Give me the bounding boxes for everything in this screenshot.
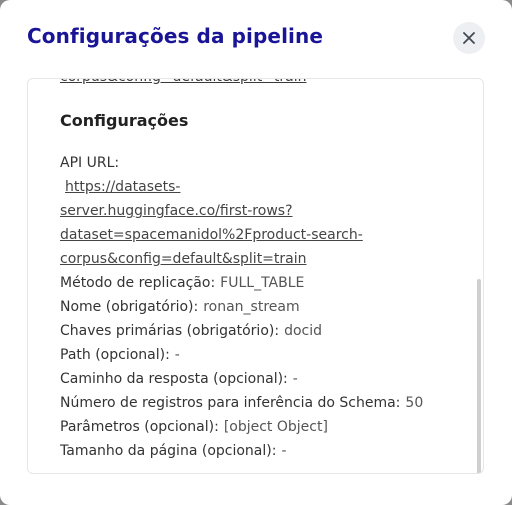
modal-title: Configurações da pipeline bbox=[27, 24, 323, 48]
api-url-line-3: dataset=spacemanidol%2Fproduct-search- bbox=[60, 227, 363, 243]
field-label: Tamanho da página (opcional): bbox=[60, 443, 277, 459]
field-schema-inference-records: Número de registros para inferência do S… bbox=[60, 391, 469, 415]
field-label: Nome (obrigatório): bbox=[60, 299, 199, 315]
settings-fields: API URL: https://datasets- server.huggin… bbox=[60, 151, 469, 463]
field-primary-keys: Chaves primárias (obrigatório): docid bbox=[60, 319, 469, 343]
field-replication-method: Método de replicação: FULL_TABLE bbox=[60, 271, 469, 295]
field-value: - bbox=[292, 371, 298, 387]
scrollbar-thumb[interactable] bbox=[477, 279, 481, 473]
close-button[interactable] bbox=[453, 22, 485, 54]
settings-card: corpus&config=default&split=train Config… bbox=[27, 78, 484, 474]
field-value: FULL_TABLE bbox=[220, 275, 305, 291]
field-label: Parâmetros (opcional): bbox=[60, 419, 219, 435]
field-name: Nome (obrigatório): ronan_stream bbox=[60, 295, 469, 319]
field-label: Path (opcional): bbox=[60, 347, 170, 363]
field-label: Chaves primárias (obrigatório): bbox=[60, 323, 280, 339]
api-url-link[interactable]: https://datasets- bbox=[60, 175, 469, 199]
api-url-label: API URL: bbox=[60, 155, 120, 171]
field-value: 50 bbox=[405, 395, 424, 411]
api-url-line-4: corpus&config=default&split=train bbox=[60, 251, 307, 267]
field-value: [object Object] bbox=[223, 419, 328, 435]
scrollbar[interactable] bbox=[477, 83, 481, 473]
previous-url-fragment: corpus&config=default&split=train bbox=[60, 79, 469, 89]
field-label: Número de registros para inferência do S… bbox=[60, 395, 401, 411]
field-label: Método de replicação: bbox=[60, 275, 216, 291]
field-parameters: Parâmetros (opcional): [object Object] bbox=[60, 415, 469, 439]
pipeline-settings-modal: Configurações da pipeline corpus&config=… bbox=[0, 0, 512, 505]
section-title: Configurações bbox=[60, 111, 189, 130]
scroll-content[interactable]: corpus&config=default&split=train Config… bbox=[60, 79, 469, 463]
field-value: - bbox=[281, 443, 287, 459]
field-page-size: Tamanho da página (opcional): - bbox=[60, 439, 469, 463]
api-url-line-2: server.huggingface.co/first-rows? bbox=[60, 203, 293, 219]
api-url-link-cont[interactable]: server.huggingface.co/first-rows? datase… bbox=[60, 199, 469, 271]
api-url-row: API URL: https://datasets- server.huggin… bbox=[60, 151, 469, 271]
api-url-line-1: https://datasets- bbox=[65, 179, 181, 195]
field-value: - bbox=[174, 347, 180, 363]
field-response-path: Caminho da resposta (opcional): - bbox=[60, 367, 469, 391]
field-value: ronan_stream bbox=[203, 299, 300, 315]
field-path: Path (opcional): - bbox=[60, 343, 469, 367]
field-label: Caminho da resposta (opcional): bbox=[60, 371, 288, 387]
field-value: docid bbox=[284, 323, 322, 339]
close-icon bbox=[463, 32, 475, 44]
